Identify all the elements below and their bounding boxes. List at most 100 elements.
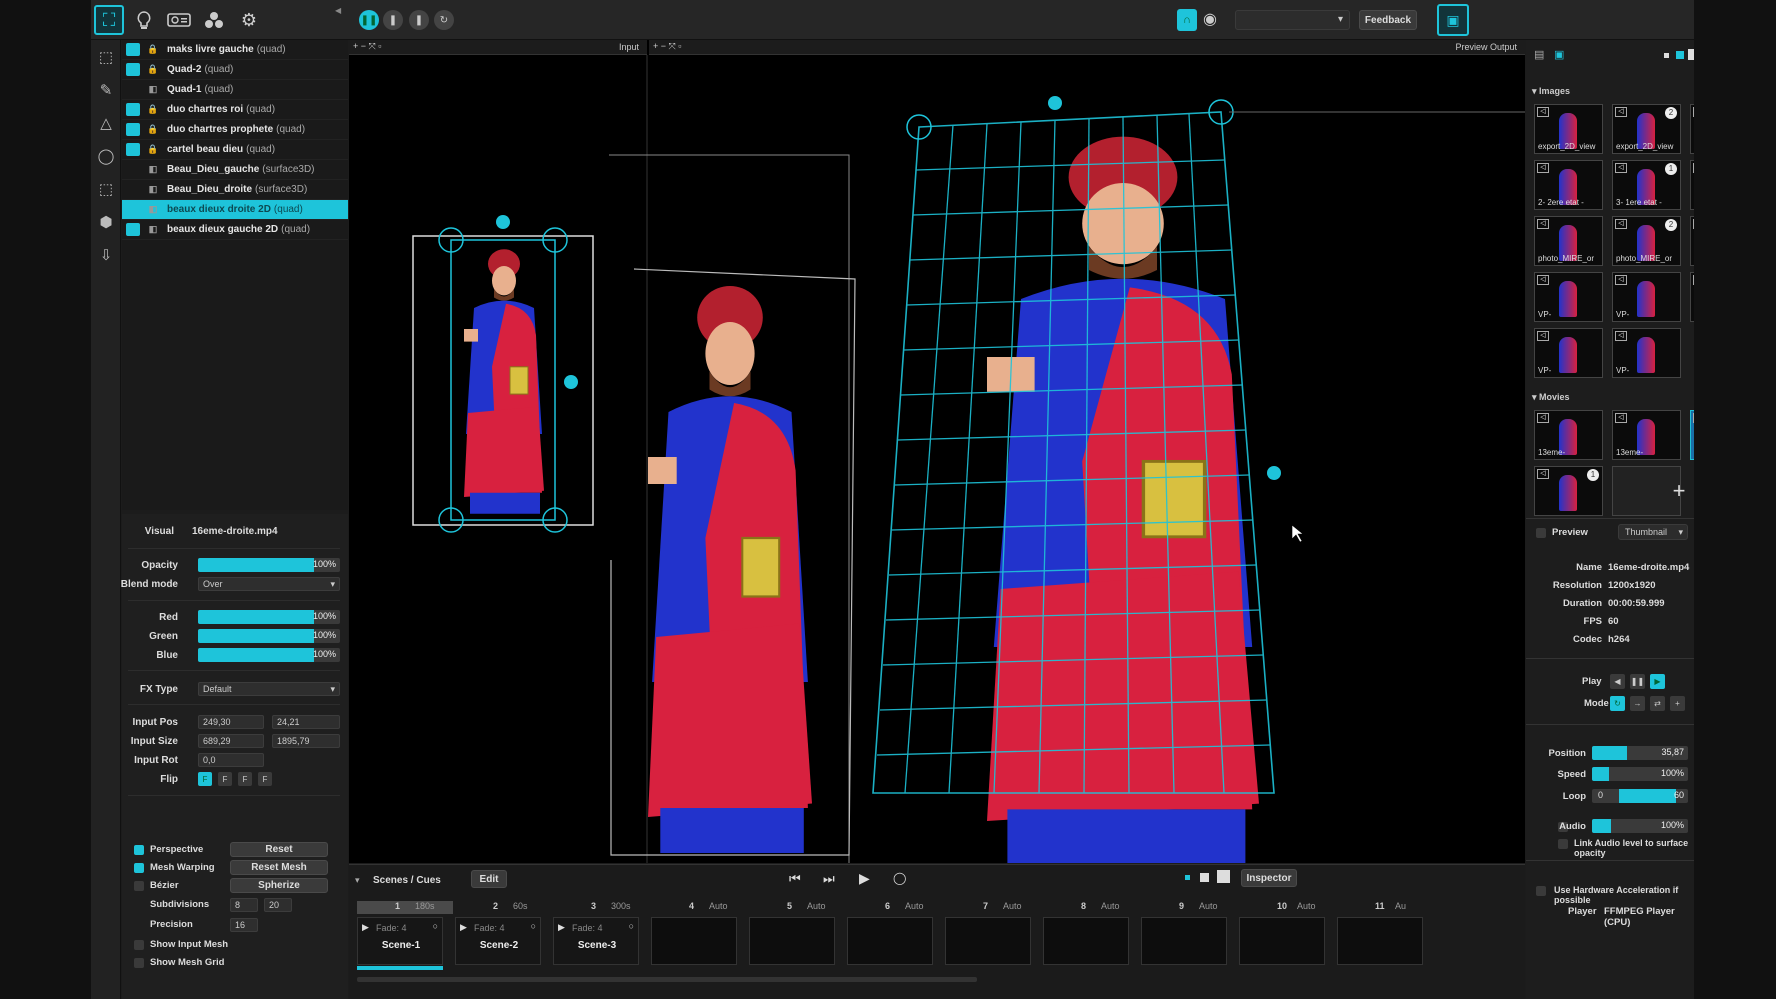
medium-thumb-icon[interactable] (1676, 51, 1684, 59)
cue-ruler-cell[interactable]: 7 Auto (945, 901, 1041, 914)
surface-icon[interactable]: ◧ (146, 184, 160, 195)
spherize-button[interactable]: Spherize (230, 878, 328, 893)
images-thumbnail[interactable]: ◁VP- (1534, 272, 1603, 322)
visibility-checkbox[interactable] (126, 43, 140, 56)
bezier-checkbox[interactable] (134, 881, 144, 891)
visibility-checkbox[interactable] (126, 103, 140, 116)
position-slider[interactable]: 35,87 (1592, 746, 1688, 760)
prev-cue-icon[interactable]: ⏮ (789, 871, 801, 887)
fx-type-select[interactable]: Default ▾ (198, 682, 340, 696)
images-thumbnail[interactable]: ◁ 2 export_2D_view (1612, 104, 1681, 154)
lock-icon[interactable]: 🔒 (146, 124, 160, 135)
pen-tool-icon[interactable]: ✎ (91, 73, 121, 106)
input-size-w-field[interactable]: 689,29 (198, 734, 264, 748)
settings-icon[interactable]: ○ (433, 921, 438, 931)
images-section-label[interactable]: ▾ Images (1532, 86, 1570, 97)
layer-row[interactable]: 🔒 Quad-2 (quad) (122, 60, 348, 80)
media-panel-icon[interactable]: ▣ (1437, 4, 1469, 36)
flip-h-button[interactable]: F (218, 772, 232, 786)
collapse-icon[interactable]: ◀ (335, 6, 341, 15)
cue-ruler-cell[interactable]: 4 Auto (651, 901, 747, 914)
input-pos-x-field[interactable]: 249,30 (198, 715, 264, 729)
movies-thumbnail[interactable]: ◁116eme- (1690, 410, 1694, 460)
layer-row[interactable]: ◧ Beau_Dieu_gauche (surface3D) (122, 160, 348, 180)
bounce-mode-icon[interactable]: ⇄ (1650, 696, 1665, 711)
movies-thumbnail[interactable]: ◁ 1 (1534, 466, 1603, 516)
surface-icon[interactable]: ◧ (146, 204, 160, 215)
player-value[interactable]: FFMPEG Player (CPU) (1604, 906, 1694, 928)
visibility-checkbox[interactable] (126, 63, 140, 76)
eye-icon[interactable]: ◉ (1203, 9, 1217, 29)
flip-none-button[interactable]: F (198, 772, 212, 786)
images-thumbnail[interactable]: ◁VP- (1690, 216, 1694, 266)
cue-slot[interactable] (651, 917, 737, 965)
movies-thumbnail[interactable]: ◁ 13eme- (1534, 410, 1603, 460)
lock-icon[interactable]: 🔒 (146, 104, 160, 115)
large-thumb-size-icon[interactable] (1217, 870, 1230, 883)
random-mode-icon[interactable]: + (1670, 696, 1685, 711)
images-thumbnail[interactable]: ◁VP- (1612, 272, 1681, 322)
images-thumbnail[interactable]: ◁VP- (1690, 272, 1694, 322)
preview-checkbox[interactable] (1536, 528, 1546, 538)
cue-slot[interactable] (1239, 917, 1325, 965)
flip-both-button[interactable]: F (258, 772, 272, 786)
play-icon[interactable]: ▶ (558, 922, 565, 933)
cue-ruler-cell[interactable]: 8 Auto (1043, 901, 1139, 914)
green-slider[interactable]: 100% (198, 629, 340, 643)
list-view-icon[interactable]: ▣ (1554, 48, 1564, 61)
play-icon[interactable]: ▶ (362, 922, 369, 933)
visibility-checkbox[interactable] (126, 143, 140, 156)
cue-slot[interactable] (749, 917, 835, 965)
cue-ruler-cell[interactable]: 11 Au (1337, 901, 1433, 914)
mesh-warping-checkbox[interactable] (134, 863, 144, 873)
blend-mode-select[interactable]: Over ▾ (198, 577, 340, 591)
show-input-mesh-checkbox[interactable] (134, 940, 144, 950)
flip-v-button[interactable]: F (238, 772, 252, 786)
medium-thumb-size-icon[interactable] (1200, 873, 1209, 882)
cue-slot[interactable]: ▶ Fade: 4 ○ Scene-1 (357, 917, 443, 965)
visibility-checkbox[interactable] (126, 223, 140, 236)
visibility-checkbox[interactable] (126, 183, 140, 196)
cue-ruler-cell[interactable]: 9 Auto (1141, 901, 1237, 914)
reset-button[interactable]: Reset (230, 842, 328, 857)
hw-accel-checkbox[interactable] (1536, 886, 1546, 896)
images-thumbnail[interactable]: ◁ 2 photo_MIRE_or (1612, 216, 1681, 266)
input-rot-field[interactable]: 0,0 (198, 753, 264, 767)
surface-icon[interactable]: ◧ (146, 164, 160, 175)
layer-row[interactable]: 🔒 duo chartres roi (quad) (122, 100, 348, 120)
subdivisions-x-field[interactable]: 8 (230, 898, 258, 912)
blue-slider[interactable]: 100% (198, 648, 340, 662)
visibility-checkbox[interactable] (126, 203, 140, 216)
images-thumbnail[interactable]: ◁ export_2D_view (1534, 104, 1603, 154)
lightbulb-icon[interactable] (129, 5, 159, 35)
feedback-button[interactable]: Feedback (1359, 10, 1417, 30)
zoom-controls[interactable]: + − ⤧ ▫ (353, 41, 381, 52)
large-thumb-icon[interactable] (1688, 49, 1694, 60)
cue-ruler-cell[interactable]: 6 Auto (847, 901, 943, 914)
scenes-scrollbar[interactable] (357, 977, 977, 982)
layer-row[interactable]: ◧ beaux dieux droite 2D (quad) (122, 200, 348, 220)
3d-object-icon[interactable]: ⬢ (91, 205, 121, 238)
pause-icon[interactable]: ❚❚ (359, 10, 379, 30)
mapping-viewport[interactable]: + − ⤧ ▫ Input + − ⤧ ▫ Preview Output (349, 40, 1525, 863)
show-mesh-grid-checkbox[interactable] (134, 958, 144, 968)
add-quad-icon[interactable]: ⬚ (91, 40, 121, 73)
loop-icon[interactable]: ↻ (434, 10, 454, 30)
import-icon[interactable]: ⇩ (91, 238, 121, 271)
layer-row[interactable]: ◧ Quad-1 (quad) (122, 80, 348, 100)
images-thumbnail[interactable]: ◁photo_MIRE_or (1690, 160, 1694, 210)
layer-row[interactable]: ◧ Beau_Dieu_droite (surface3D) (122, 180, 348, 200)
cue-slot[interactable] (945, 917, 1031, 965)
visual-value[interactable]: 16eme-droite.mp4 (192, 526, 278, 537)
cue-slot[interactable] (847, 917, 933, 965)
movies-thumbnail[interactable]: ◁ 13eme- (1612, 410, 1681, 460)
circle-tool-icon[interactable]: ◯ (91, 139, 121, 172)
lock-icon[interactable]: 🔒 (146, 144, 160, 155)
audio-slider[interactable]: 100% (1592, 819, 1688, 833)
small-thumb-icon[interactable] (1664, 53, 1669, 58)
precision-field[interactable]: 16 (230, 918, 258, 932)
red-slider[interactable]: 100% (198, 610, 340, 624)
triangle-tool-icon[interactable]: △ (91, 106, 121, 139)
pause-icon[interactable]: ❚ (383, 10, 403, 30)
magnet-icon[interactable]: ∩ (1177, 9, 1197, 31)
